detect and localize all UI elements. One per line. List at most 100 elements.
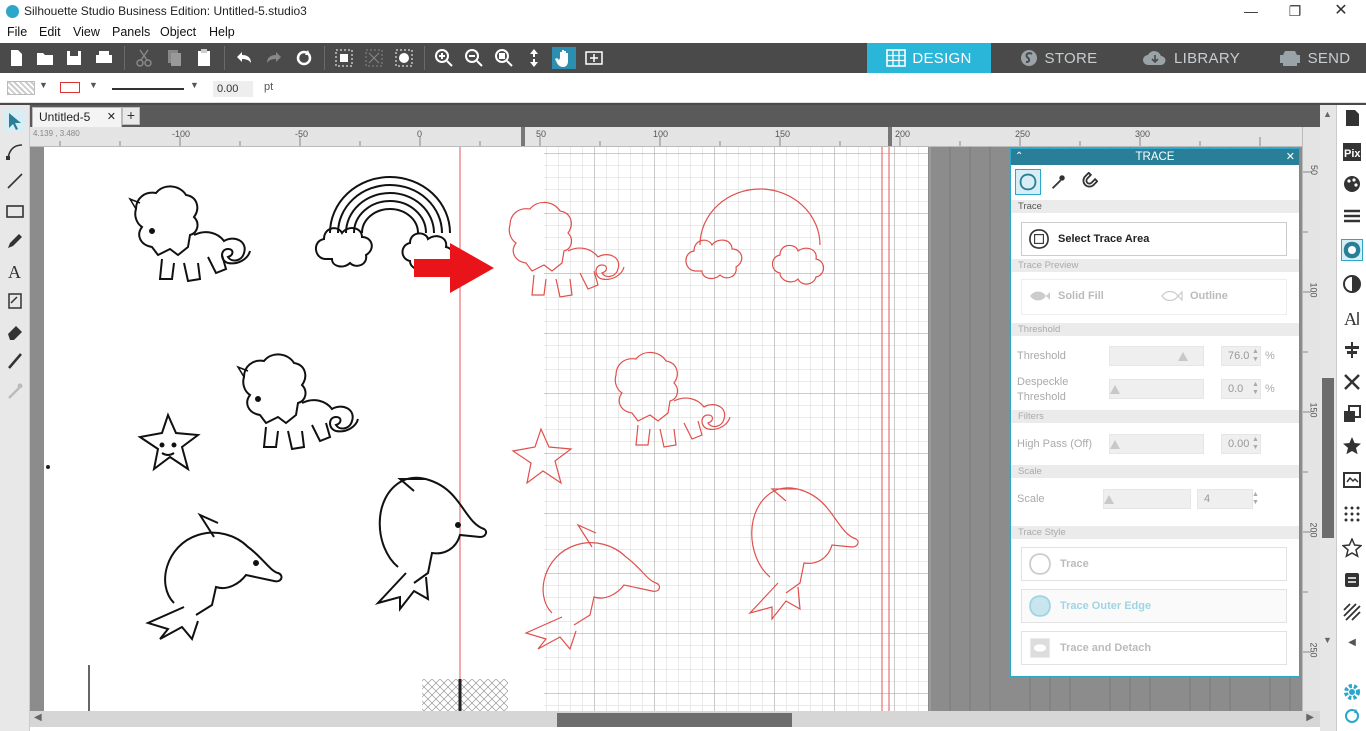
eraser-paper-icon[interactable]: [4, 290, 26, 312]
maximize-button[interactable]: ❐: [1272, 2, 1318, 22]
slider-handle-icon[interactable]: [1110, 440, 1120, 449]
fill-pattern-swatch[interactable]: [7, 81, 35, 95]
hatch-fill-icon[interactable]: [1341, 601, 1363, 623]
menu-view[interactable]: View: [73, 25, 100, 39]
trace-mode-icon[interactable]: [1015, 169, 1041, 195]
pixscan-icon[interactable]: Pix: [1341, 141, 1363, 163]
scale-slider[interactable]: [1103, 489, 1191, 509]
panel-collapse-icon[interactable]: ⌃: [1015, 149, 1023, 165]
zoom-out-icon[interactable]: [462, 47, 486, 69]
line-width-input[interactable]: 0.00: [213, 81, 253, 97]
ungroup-icon[interactable]: [362, 47, 386, 69]
open-folder-icon[interactable]: [33, 47, 57, 69]
close-window-button[interactable]: ✕: [1318, 2, 1364, 22]
threshold-slider[interactable]: [1109, 346, 1204, 366]
unicorn-artwork[interactable]: [128, 185, 251, 283]
solid-fill-option[interactable]: Solid Fill: [1028, 289, 1104, 303]
text-style-icon[interactable]: A: [1341, 307, 1363, 329]
design-page[interactable]: [44, 147, 928, 711]
tab-store[interactable]: STORE: [1003, 43, 1113, 73]
starfish-artwork[interactable]: [137, 412, 201, 472]
menu-panels[interactable]: Panels: [112, 25, 150, 39]
dolphin-artwork[interactable]: [145, 512, 283, 642]
horizontal-scroll-thumb[interactable]: [557, 713, 792, 727]
group-icon[interactable]: [332, 47, 356, 69]
menu-help[interactable]: Help: [209, 25, 235, 39]
slider-handle-icon[interactable]: [1110, 385, 1120, 394]
settings-gear-icon[interactable]: [1341, 681, 1363, 703]
text-tool-icon[interactable]: A: [4, 260, 26, 282]
zoom-fit-icon[interactable]: [492, 47, 516, 69]
scroll-up-icon[interactable]: ▲: [1323, 109, 1332, 119]
despeckle-slider[interactable]: [1109, 379, 1204, 399]
line-style-dropdown-arrow-icon[interactable]: ▼: [190, 80, 199, 90]
replicate-icon[interactable]: [1341, 403, 1363, 425]
trace-outer-edge-button[interactable]: Trace Outer Edge: [1021, 589, 1287, 623]
undo-icon[interactable]: [232, 47, 256, 69]
pencil-tool-icon[interactable]: [4, 230, 26, 252]
tab-library[interactable]: LIBRARY: [1126, 43, 1256, 73]
highpass-spinner-icon[interactable]: ▲ ▼: [1252, 436, 1259, 452]
magnet-trace-icon[interactable]: [1075, 169, 1101, 195]
knife-tool-icon[interactable]: [4, 350, 26, 372]
rainbow-artwork[interactable]: [315, 176, 455, 273]
menu-object[interactable]: Object: [160, 25, 196, 39]
transform-icon[interactable]: [1341, 371, 1363, 393]
despeckle-spinner-icon[interactable]: ▲ ▼: [1252, 381, 1259, 397]
dotted-grid-icon[interactable]: [1341, 503, 1363, 525]
new-file-icon[interactable]: [4, 47, 28, 69]
star-outline-icon[interactable]: [1341, 537, 1363, 559]
color-palette-icon[interactable]: [1341, 173, 1363, 195]
vertical-scroll-thumb[interactable]: [1322, 378, 1334, 538]
zoom-in-icon[interactable]: [432, 47, 456, 69]
eyedropper-tool-icon[interactable]: [4, 380, 26, 402]
refresh-icon[interactable]: [292, 47, 316, 69]
line-color-dropdown-arrow-icon[interactable]: ▼: [89, 80, 98, 90]
panel-close-icon[interactable]: ✕: [1286, 149, 1295, 165]
design-store-icon[interactable]: [1341, 469, 1363, 491]
close-tab-icon[interactable]: ✕: [107, 110, 116, 123]
tab-design[interactable]: DESIGN: [867, 43, 991, 73]
horizontal-scrollbar[interactable]: ◀ ▶: [30, 711, 1320, 727]
copy-icon[interactable]: [162, 47, 186, 69]
dolphin-artwork[interactable]: [374, 476, 488, 612]
select-trace-area-button[interactable]: Select Trace Area: [1021, 222, 1287, 256]
paste-icon[interactable]: [192, 47, 216, 69]
trace-and-detach-button[interactable]: Trace and Detach: [1021, 631, 1287, 665]
document-tab[interactable]: Untitled-5 ✕: [32, 107, 122, 127]
threshold-spinner-icon[interactable]: ▲ ▼: [1252, 348, 1259, 364]
eraser-tool-icon[interactable]: [4, 320, 26, 342]
add-page-icon[interactable]: [582, 47, 606, 69]
scroll-left-icon[interactable]: ◀: [34, 712, 42, 723]
slider-handle-icon[interactable]: [1104, 495, 1114, 504]
scroll-right-icon[interactable]: ▶: [1306, 712, 1314, 723]
line-style-icon[interactable]: [1341, 205, 1363, 227]
trace-button[interactable]: Trace: [1021, 547, 1287, 581]
pan-hand-icon[interactable]: [552, 47, 576, 69]
menu-edit[interactable]: Edit: [39, 25, 61, 39]
collapse-panel-icon[interactable]: ◀: [1341, 631, 1363, 653]
tab-send[interactable]: SEND: [1262, 43, 1366, 73]
eyedropper-trace-icon[interactable]: [1045, 169, 1071, 195]
sync-icon[interactable]: [1341, 705, 1363, 727]
cut-icon[interactable]: [132, 47, 156, 69]
unicorn-artwork[interactable]: [236, 353, 359, 451]
line-color-swatch[interactable]: [60, 82, 80, 93]
line-tool-icon[interactable]: [4, 170, 26, 192]
select-arrow-icon[interactable]: [4, 110, 26, 132]
new-tab-button[interactable]: +: [122, 107, 140, 125]
print-icon[interactable]: [92, 47, 116, 69]
highpass-slider[interactable]: [1109, 434, 1204, 454]
scale-value[interactable]: 4: [1197, 489, 1253, 509]
trace-group-icon[interactable]: [392, 47, 416, 69]
menu-file[interactable]: File: [7, 25, 27, 39]
trace-panel-icon[interactable]: [1341, 239, 1363, 261]
scroll-down-icon[interactable]: ▼: [1323, 635, 1332, 645]
save-icon[interactable]: [62, 47, 86, 69]
contrast-icon[interactable]: [1341, 273, 1363, 295]
outline-option[interactable]: Outline: [1160, 289, 1228, 303]
move-icon[interactable]: [522, 47, 546, 69]
redo-icon[interactable]: [262, 47, 286, 69]
edit-points-icon[interactable]: [4, 140, 26, 162]
rectangle-tool-icon[interactable]: [4, 200, 26, 222]
